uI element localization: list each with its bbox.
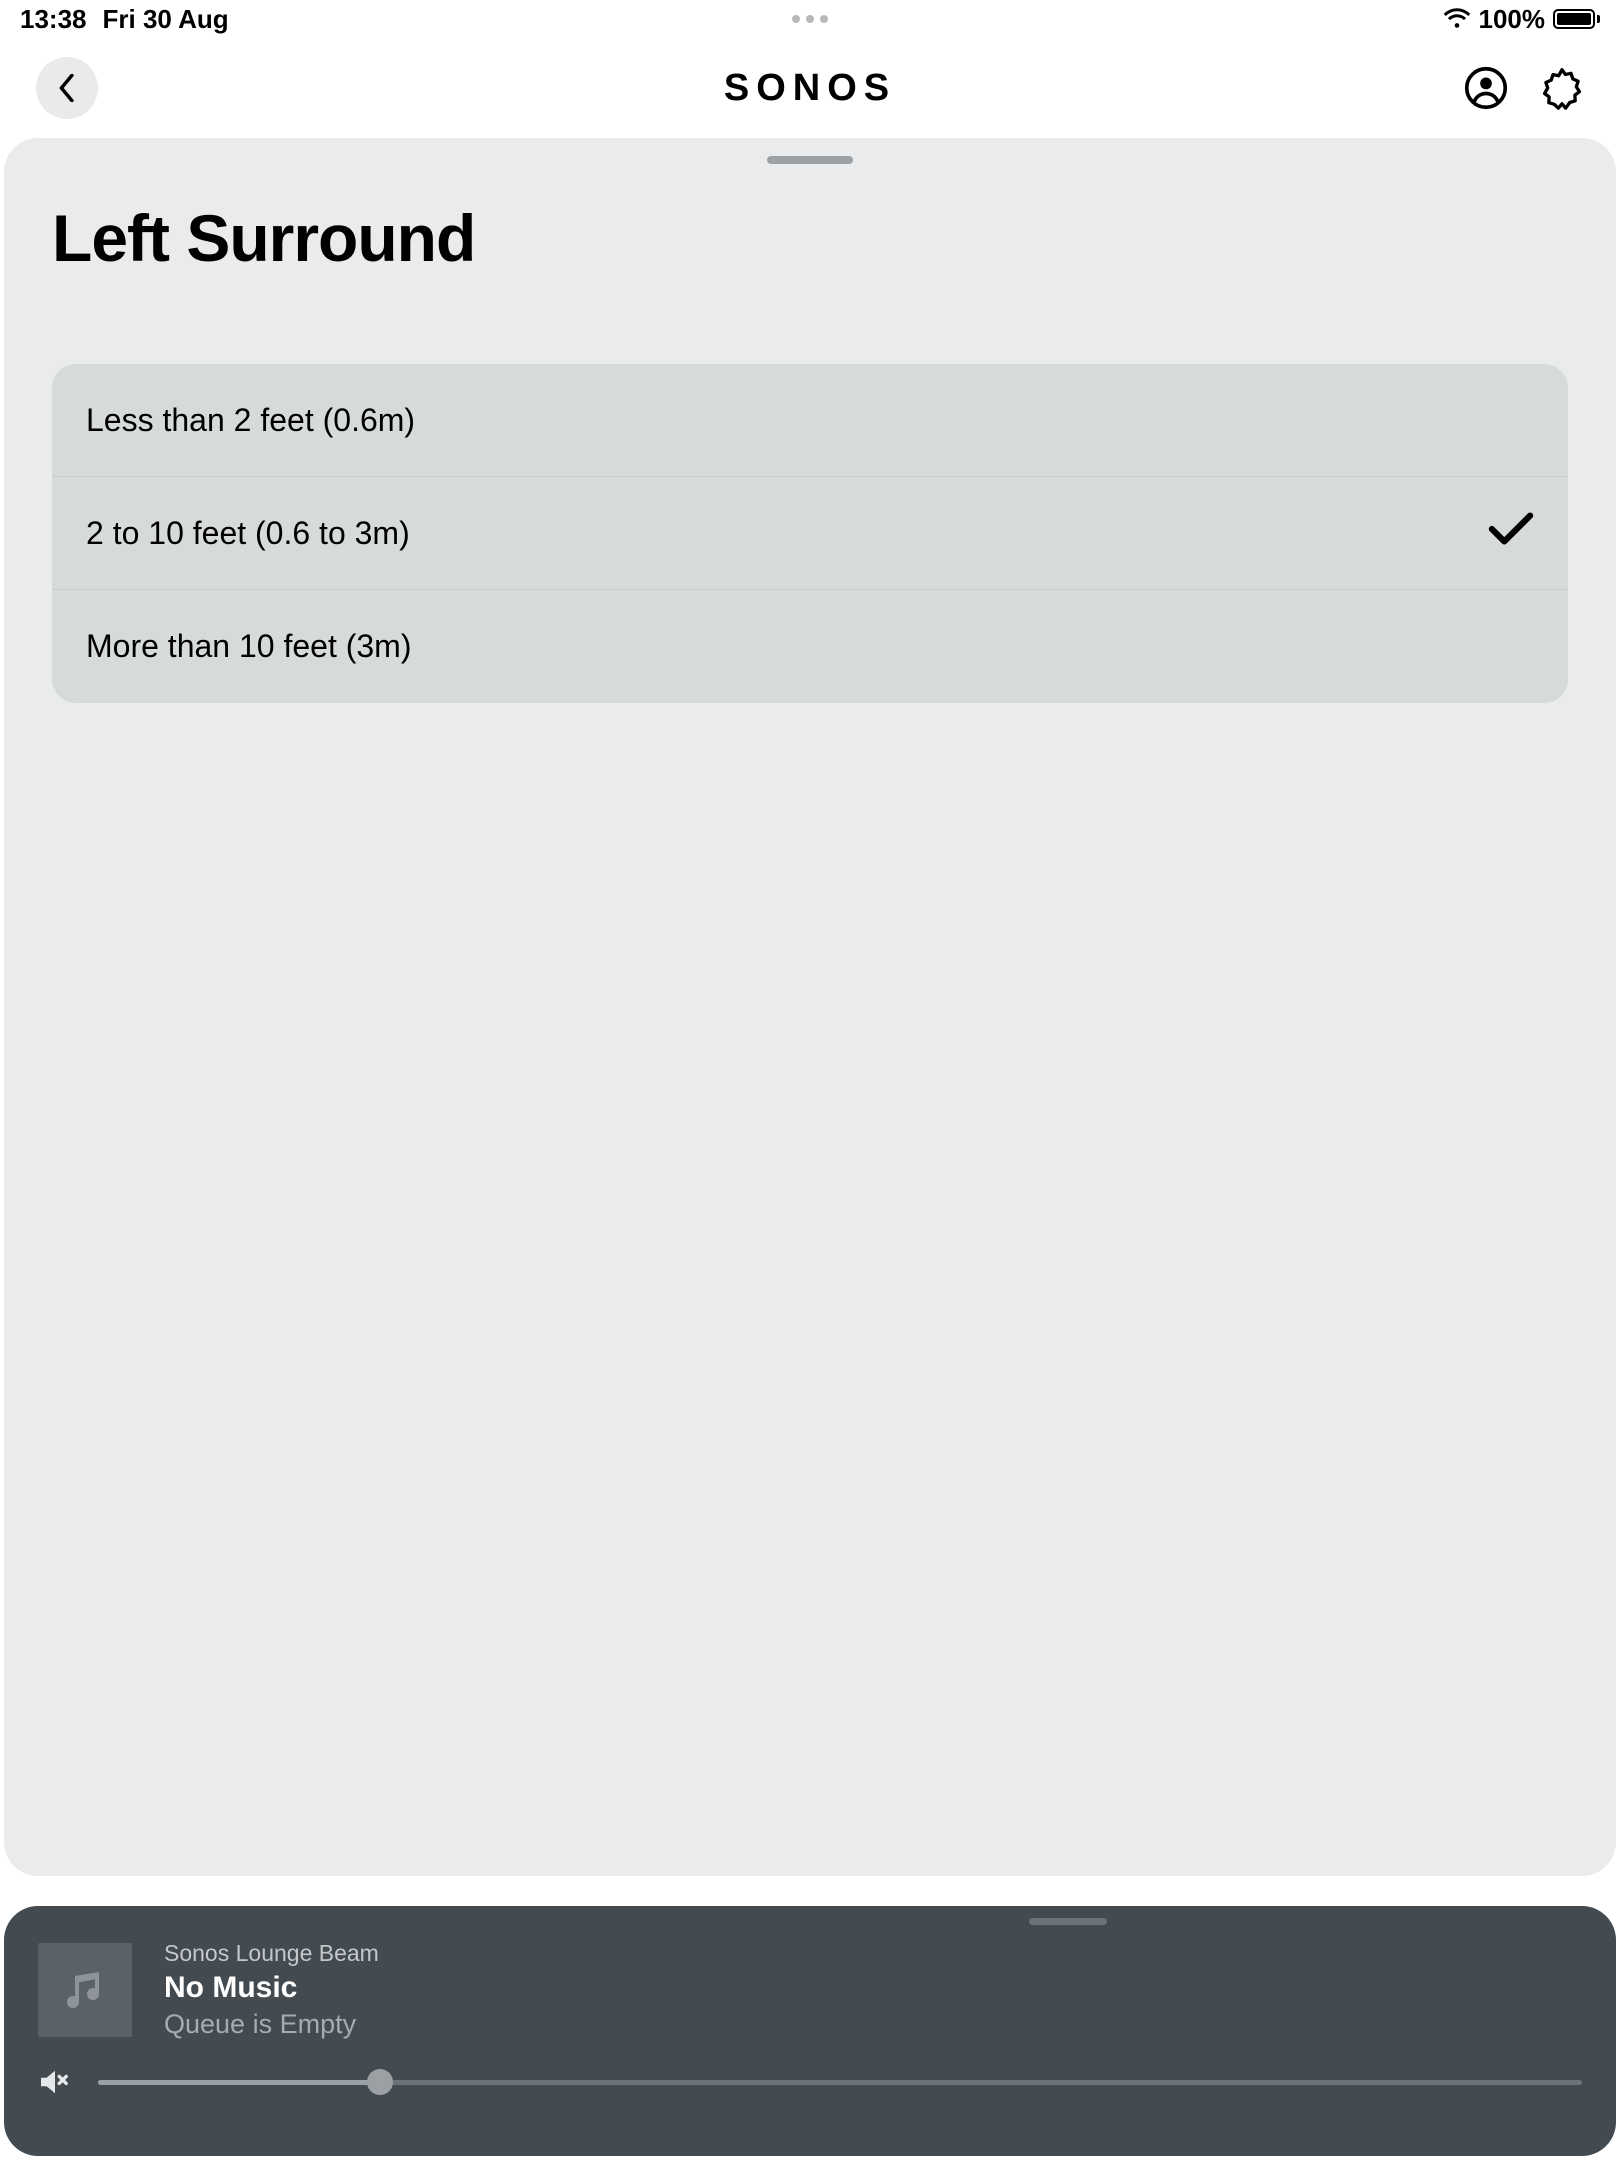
battery-icon xyxy=(1553,9,1600,29)
volume-slider[interactable] xyxy=(98,2080,1582,2085)
app-header: SONOS xyxy=(0,38,1620,138)
option-more-than-10ft[interactable]: More than 10 feet (3m) xyxy=(52,590,1568,703)
page-title: Left Surround xyxy=(52,200,1616,276)
account-icon xyxy=(1464,66,1508,110)
option-less-than-2ft[interactable]: Less than 2 feet (0.6m) xyxy=(52,364,1568,477)
mini-player[interactable]: Sonos Lounge Beam No Music Queue is Empt… xyxy=(4,1906,1616,2156)
dot-icon xyxy=(792,15,800,23)
option-label: More than 10 feet (3m) xyxy=(86,628,411,665)
account-button[interactable] xyxy=(1464,66,1508,110)
distance-options-list: Less than 2 feet (0.6m) 2 to 10 feet (0.… xyxy=(52,364,1568,703)
option-2-to-10ft[interactable]: 2 to 10 feet (0.6 to 3m) xyxy=(52,477,1568,590)
dot-icon xyxy=(820,15,828,23)
brand-logo: SONOS xyxy=(724,67,896,110)
settings-panel: Left Surround Less than 2 feet (0.6m) 2 … xyxy=(4,138,1616,1876)
status-time: 13:38 xyxy=(20,4,87,35)
music-note-icon xyxy=(61,1966,109,2014)
status-bar: 13:38 Fri 30 Aug 100% xyxy=(0,0,1620,38)
checkmark-icon xyxy=(1488,511,1534,555)
player-subtitle: Queue is Empty xyxy=(164,2009,379,2040)
battery-percent: 100% xyxy=(1479,4,1546,35)
option-label: Less than 2 feet (0.6m) xyxy=(86,402,415,439)
album-art-placeholder xyxy=(38,1943,132,2037)
gear-icon xyxy=(1540,66,1584,110)
player-track-title: No Music xyxy=(164,1971,379,2005)
chevron-left-icon xyxy=(57,74,77,102)
multitask-dots[interactable] xyxy=(792,15,828,23)
player-room-name: Sonos Lounge Beam xyxy=(164,1940,379,1967)
player-sheet-handle[interactable] xyxy=(1029,1918,1107,1925)
dot-icon xyxy=(806,15,814,23)
volume-slider-thumb[interactable] xyxy=(367,2069,393,2095)
sheet-handle[interactable] xyxy=(767,156,853,164)
status-date: Fri 30 Aug xyxy=(103,4,229,35)
wifi-icon xyxy=(1443,8,1471,30)
option-label: 2 to 10 feet (0.6 to 3m) xyxy=(86,515,410,552)
back-button[interactable] xyxy=(36,57,98,119)
mute-icon[interactable] xyxy=(38,2068,72,2096)
settings-button[interactable] xyxy=(1540,66,1584,110)
